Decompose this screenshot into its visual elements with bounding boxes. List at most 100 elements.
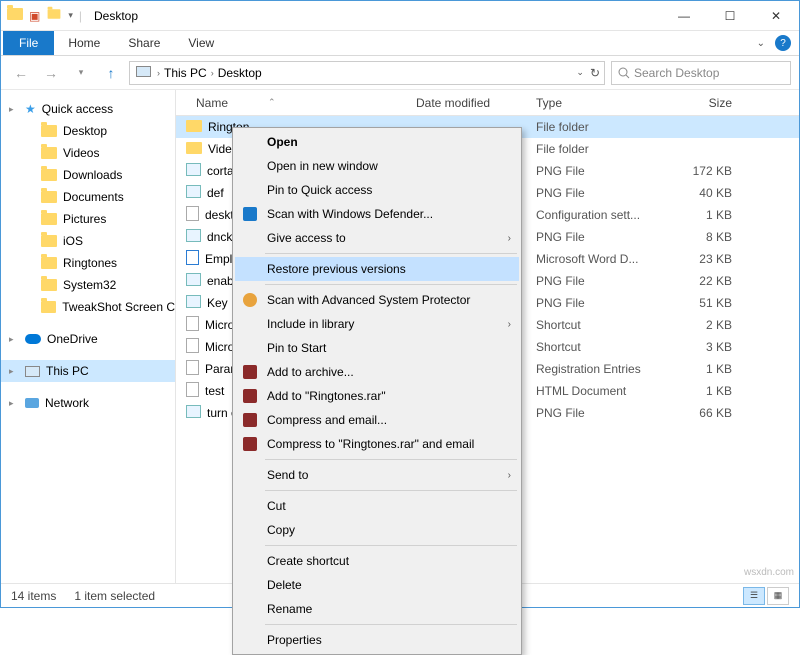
view-thumbnails-button[interactable]: ▦ xyxy=(767,587,789,605)
chevron-right-icon[interactable]: › xyxy=(211,68,214,78)
sidebar-network[interactable]: ▸Network xyxy=(1,392,175,414)
file-icon xyxy=(186,142,202,157)
file-icon xyxy=(186,250,199,268)
file-tab[interactable]: File xyxy=(3,31,54,55)
sidebar-quick-access[interactable]: ▸★Quick access xyxy=(1,98,175,120)
qat-properties-icon[interactable]: ▣ xyxy=(29,9,40,23)
context-menu-item[interactable]: Properties xyxy=(235,628,519,652)
context-menu-item[interactable]: Cut xyxy=(235,494,519,518)
maximize-button[interactable]: ☐ xyxy=(707,1,753,30)
context-menu-item[interactable]: Give access to› xyxy=(235,226,519,250)
context-menu-item[interactable]: Create shortcut xyxy=(235,549,519,573)
context-menu-item[interactable]: Send to› xyxy=(235,463,519,487)
folder-icon xyxy=(41,213,57,225)
file-icon xyxy=(186,229,201,245)
rar-icon xyxy=(241,389,259,403)
help-icon[interactable]: ? xyxy=(775,35,791,51)
folder-icon xyxy=(41,125,57,137)
sidebar-item[interactable]: iOS xyxy=(1,230,175,252)
rar-icon xyxy=(241,437,259,451)
breadcrumb[interactable]: › This PC › Desktop ⌄ ↻ xyxy=(129,61,605,85)
tab-share[interactable]: Share xyxy=(114,31,174,55)
cloud-icon xyxy=(25,334,41,344)
sidebar-item[interactable]: Videos xyxy=(1,142,175,164)
folder-icon xyxy=(41,191,57,203)
context-menu-item[interactable]: Scan with Windows Defender... xyxy=(235,202,519,226)
context-menu-item[interactable]: Compress to "Ringtones.rar" and email xyxy=(235,432,519,456)
chevron-right-icon: › xyxy=(508,470,511,481)
context-menu-item[interactable]: Open xyxy=(235,130,519,154)
file-icon xyxy=(186,185,201,201)
ribbon-tabs: File Home Share View ⌄ ? xyxy=(1,31,799,56)
context-menu-item[interactable]: Restore previous versions xyxy=(235,257,519,281)
nav-up-button[interactable]: ↑ xyxy=(99,61,123,85)
context-menu-item[interactable]: Scan with Advanced System Protector xyxy=(235,288,519,312)
sidebar-this-pc[interactable]: ▸This PC xyxy=(1,360,175,382)
folder-icon xyxy=(7,8,23,23)
context-menu-item[interactable]: Copy xyxy=(235,518,519,542)
nav-back-button[interactable]: ← xyxy=(9,61,33,85)
context-menu-item[interactable]: Add to archive... xyxy=(235,360,519,384)
network-icon xyxy=(25,398,39,408)
context-menu-item[interactable]: Pin to Quick access xyxy=(235,178,519,202)
ribbon-expand-icon[interactable]: ⌄ xyxy=(757,38,765,49)
addressbar: ← → ▾ ↑ › This PC › Desktop ⌄ ↻ Search D… xyxy=(1,56,799,90)
sidebar-item[interactable]: Ringtones xyxy=(1,252,175,274)
column-header-name[interactable]: Name⌃ xyxy=(176,96,416,110)
folder-icon xyxy=(41,279,57,291)
tab-home[interactable]: Home xyxy=(54,31,114,55)
status-count: 14 items xyxy=(11,589,56,603)
file-icon xyxy=(186,206,199,224)
drive-icon xyxy=(136,66,151,80)
sidebar-item[interactable]: TweakShot Screen C xyxy=(1,296,175,318)
breadcrumb-part[interactable]: This PC xyxy=(164,66,207,80)
close-button[interactable]: ✕ xyxy=(753,1,799,30)
sidebar-item[interactable]: System32 xyxy=(1,274,175,296)
file-icon xyxy=(186,338,199,356)
file-icon xyxy=(186,405,201,421)
file-icon xyxy=(186,382,199,400)
sidebar-item[interactable]: Downloads xyxy=(1,164,175,186)
titlebar: ▣ ▾ | Desktop — ☐ ✕ xyxy=(1,1,799,31)
sidebar-item[interactable]: Desktop xyxy=(1,120,175,142)
refresh-icon[interactable]: ↻ xyxy=(590,66,600,80)
rar-icon xyxy=(241,413,259,427)
breadcrumb-dropdown-icon[interactable]: ⌄ xyxy=(576,67,584,78)
column-header-type[interactable]: Type xyxy=(536,96,676,110)
context-menu-item[interactable]: Rename xyxy=(235,597,519,621)
column-header-date[interactable]: Date modified xyxy=(416,96,536,110)
context-menu-item[interactable]: Pin to Start xyxy=(235,336,519,360)
tab-view[interactable]: View xyxy=(174,31,228,55)
context-menu-item[interactable]: Compress and email... xyxy=(235,408,519,432)
context-menu-item[interactable]: Include in library› xyxy=(235,312,519,336)
drive-icon xyxy=(25,366,40,377)
rar-icon xyxy=(241,365,259,379)
watermark: wsxdn.com xyxy=(744,567,794,578)
qat-newfolder-icon[interactable] xyxy=(46,8,62,23)
chevron-right-icon[interactable]: › xyxy=(157,68,160,78)
file-icon xyxy=(186,360,199,378)
folder-icon xyxy=(41,257,57,269)
context-menu-item[interactable]: Delete xyxy=(235,573,519,597)
context-menu-item[interactable]: Open in new window xyxy=(235,154,519,178)
sidebar-item[interactable]: Pictures xyxy=(1,208,175,230)
folder-icon xyxy=(41,169,57,181)
folder-icon xyxy=(41,147,57,159)
search-input[interactable]: Search Desktop xyxy=(611,61,791,85)
sidebar-onedrive[interactable]: ▸OneDrive xyxy=(1,328,175,350)
nav-recent-button[interactable]: ▾ xyxy=(69,61,93,85)
file-icon xyxy=(186,163,201,179)
minimize-button[interactable]: — xyxy=(661,1,707,30)
context-menu-item[interactable]: Add to "Ringtones.rar" xyxy=(235,384,519,408)
folder-icon xyxy=(41,235,57,247)
qat-dropdown-icon[interactable]: ▾ xyxy=(68,10,73,21)
asp-icon xyxy=(241,293,259,307)
file-icon xyxy=(186,273,201,289)
view-details-button[interactable]: ☰ xyxy=(743,587,765,605)
defender-icon xyxy=(241,207,259,221)
file-icon xyxy=(186,120,202,135)
breadcrumb-part[interactable]: Desktop xyxy=(218,66,262,80)
status-selected: 1 item selected xyxy=(74,589,155,603)
column-header-size[interactable]: Size xyxy=(676,96,746,110)
sidebar-item[interactable]: Documents xyxy=(1,186,175,208)
